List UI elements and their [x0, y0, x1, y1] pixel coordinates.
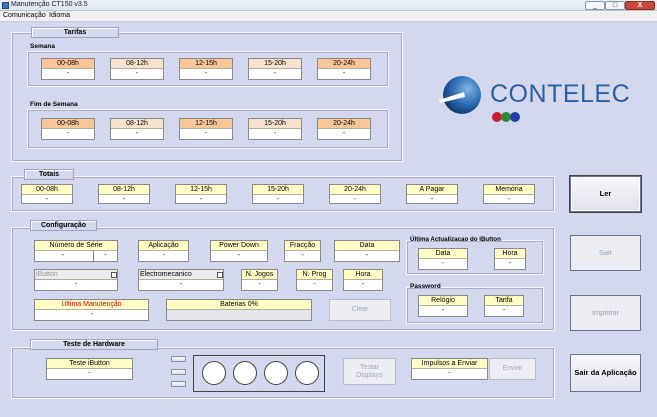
data-field[interactable]: Data -	[334, 240, 400, 262]
baterias-label: Baterias	[220, 301, 246, 308]
led-indicator	[171, 381, 186, 387]
maximize-button[interactable]: □	[605, 1, 625, 10]
minimize-button[interactable]: _	[585, 1, 605, 10]
menu-comunicacao[interactable]: Comunicação	[3, 12, 46, 19]
imprimir-button[interactable]: Imprimir	[570, 295, 641, 331]
tarifa-field[interactable]: Tarifa -	[484, 295, 524, 317]
totais-title: Totais	[24, 169, 74, 180]
totais-field[interactable]: 12-15h -	[175, 184, 227, 204]
window-title: Manutenção CT150 v3.5	[11, 1, 88, 8]
aplicacao-field[interactable]: Aplicação -	[138, 240, 189, 262]
logo-dot-blue	[510, 112, 520, 122]
baterias-field: Baterias 0%	[166, 299, 312, 321]
teste-ibutton-field[interactable]: Teste iButton -	[46, 358, 133, 380]
ultima-actualizacao-title: Última Actualizacao do iButton	[410, 236, 501, 243]
ultima-hora-field[interactable]: Hora -	[494, 248, 526, 270]
fim-de-semana-slot[interactable]: 08-12h -	[110, 118, 164, 140]
baterias-value: 0%	[247, 301, 258, 308]
semana-slot[interactable]: 15-20h -	[248, 58, 302, 80]
close-button[interactable]: X	[625, 1, 655, 10]
electromecanico-checkbox[interactable]	[217, 272, 223, 278]
menu-bar: Comunicação Idioma	[0, 11, 657, 22]
n-jogos-field[interactable]: N. Jogos -	[241, 269, 278, 291]
totais-field[interactable]: 00-08h -	[21, 184, 73, 204]
fim-de-semana-slot[interactable]: 20-24h -	[317, 118, 371, 140]
power-down-field[interactable]: Power Down -	[210, 240, 268, 262]
ultima-data-field[interactable]: Data -	[418, 248, 468, 270]
numero-serie-field[interactable]: Número de Série - -	[34, 240, 118, 262]
semana-slot[interactable]: 00-08h -	[41, 58, 95, 80]
configuracao-title: Configuração	[30, 220, 97, 231]
fim-de-semana-label: Fim de Semana	[30, 101, 78, 108]
led-indicator	[171, 356, 186, 362]
logo-text: CONTELEC	[490, 80, 631, 108]
fim-de-semana-slot[interactable]: 00-08h -	[41, 118, 95, 140]
contelec-logo: CONTELEC	[436, 74, 636, 126]
semana-slot[interactable]: 08-12h -	[110, 58, 164, 80]
teste-hardware-title: Teste de Hardware	[30, 339, 158, 350]
totais-field[interactable]: 15-20h -	[252, 184, 304, 204]
fraccao-field[interactable]: Fracção -	[284, 240, 321, 262]
display-circle	[264, 361, 288, 385]
fim-de-semana-slot[interactable]: 12-15h -	[179, 118, 233, 140]
display-circle	[202, 361, 226, 385]
logo-dots	[492, 112, 532, 124]
display-circle	[295, 361, 319, 385]
ler-button[interactable]: Ler	[570, 176, 641, 212]
ibutton-checkbox[interactable]	[111, 272, 117, 278]
clear-button[interactable]: Clear	[329, 299, 391, 321]
impulsos-field[interactable]: Impulsos a Enviar -	[411, 358, 488, 380]
password-title: Password	[410, 283, 441, 290]
totais-field[interactable]: 08-12h -	[98, 184, 150, 204]
app-icon	[2, 2, 9, 9]
enviar-button[interactable]: Enviar	[489, 358, 536, 380]
relogio-field[interactable]: Relógio -	[418, 295, 468, 317]
electromecanico-field[interactable]: Electromecanico -	[138, 269, 224, 291]
sair-aplicacao-button[interactable]: Sair da Aplicação	[570, 354, 641, 392]
n-prog-field[interactable]: N. Prog -	[296, 269, 333, 291]
totais-field[interactable]: 20-24h -	[329, 184, 381, 204]
totais-field[interactable]: Memória -	[483, 184, 535, 204]
display-circle	[233, 361, 257, 385]
led-indicator	[171, 369, 186, 375]
tarifas-title: Tarifas	[31, 27, 119, 38]
semana-slot[interactable]: 20-24h -	[317, 58, 371, 80]
semana-label: Semana	[30, 43, 55, 50]
testar-displays-button[interactable]: Testar Displays	[343, 358, 396, 385]
hora-field[interactable]: Hora -	[343, 269, 383, 291]
totais-field[interactable]: A Pagar -	[406, 184, 458, 204]
sair-button[interactable]: Sair	[570, 235, 641, 271]
title-bar: Manutenção CT150 v3.5 _ □ X	[0, 0, 657, 11]
menu-idioma[interactable]: Idioma	[49, 12, 70, 19]
fim-de-semana-slot[interactable]: 15-20h -	[248, 118, 302, 140]
contelec-globe-icon	[439, 76, 481, 114]
ultima-manutencao-field[interactable]: Última Manutenção -	[34, 299, 149, 321]
semana-slot[interactable]: 12-15h -	[179, 58, 233, 80]
ibutton-field[interactable]: iButton -	[34, 269, 118, 291]
